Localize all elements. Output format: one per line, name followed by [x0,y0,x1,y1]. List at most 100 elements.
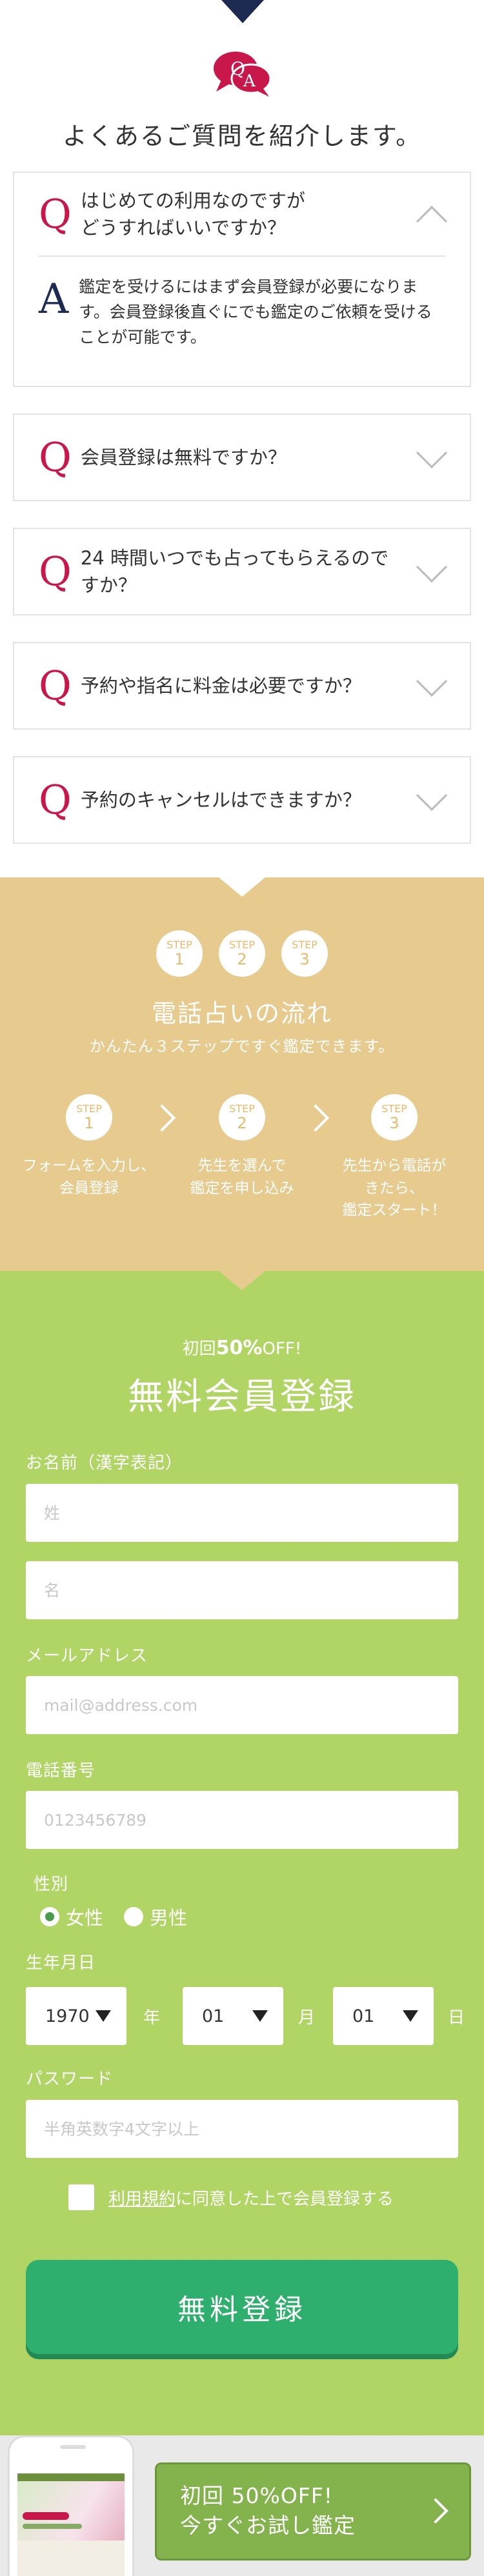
faq-heading: よくあるご質問を紹介します。 [62,122,422,150]
password-input[interactable] [26,2100,458,2158]
steps-notch-arrow [219,877,265,897]
faq-question-row[interactable]: Q 予約のキャンセルはできますか？ [14,757,470,843]
phone-screen-nav [17,2473,125,2481]
email-input[interactable] [26,1676,458,1734]
chevron-up-icon[interactable] [416,205,448,237]
email-label: メールアドレス [26,1646,148,1666]
day-unit: 日 [448,2008,465,2028]
birth-day-value: 01 [352,2006,375,2026]
gender-option-female[interactable]: 女性 [40,1903,103,1930]
faq-question-row[interactable]: Q 24 時間いつでも占ってもらえるのですか？ [14,529,470,614]
phone-screen [17,2457,125,2576]
chevron-right-icon [301,1104,330,1132]
step-badge-label: STEP [292,939,318,951]
svg-text:A: A [243,72,256,91]
phone-screen-hero [17,2481,125,2541]
password-label: パスワード [26,2070,114,2089]
a-mark: A [39,275,69,323]
dropdown-arrow-icon [252,2010,268,2022]
faq-answer-row: A 鑑定を受けるにはまず会員登録が必要になります。会員登録後直ぐにでも鑑定のご依… [39,255,445,373]
phone-speaker [60,2445,86,2449]
promo-prefix: 初回 [182,1339,216,1359]
step-circle: STEP 1 [66,1094,112,1141]
faq-item[interactable]: Q 予約のキャンセルはできますか？ [13,756,471,844]
dropdown-arrow-icon [96,2010,111,2022]
faq-question: 予約のキャンセルはできますか？ [80,788,361,811]
register-section: 初回50%OFF! 無料会員登録 お名前（漢字表記） メールアドレス 電話番号 … [0,1271,484,2435]
faq-answer: 鑑定を受けるにはまず会員登録が必要になります。会員登録後直ぐにでも鑑定のご依頼を… [79,277,432,346]
birth-year-select[interactable]: 1970 [26,1987,126,2045]
phone-screen-header [17,2457,125,2473]
step-badge-number: 1 [174,950,185,968]
chevron-down-icon[interactable] [416,551,448,583]
step-badge-label: STEP [166,939,192,951]
step-badge-label: STEP [229,939,255,951]
step-badge-number: 3 [299,950,310,968]
faq-question-row[interactable]: Q 会員登録は無料ですか？ [14,415,470,500]
phone-screen-pill [23,2512,69,2520]
promo-suffix: OFF! [262,1339,302,1359]
chevron-down-icon[interactable] [416,437,448,469]
month-unit: 月 [298,2008,316,2028]
birth-month-value: 01 [202,2006,225,2026]
birth-day-select[interactable]: 01 [333,1987,434,2045]
dropdown-arrow-icon [403,2010,418,2022]
phone-label: 電話番号 [26,1761,96,1781]
radio-unchecked-icon[interactable] [124,1907,144,1926]
step-number: 3 [389,1113,399,1132]
faq-question: 会員登録は無料ですか？ [80,446,287,468]
faq-question: 予約や指名に料金は必要ですか？ [80,674,361,697]
faq-item[interactable]: Q 予約や指名に料金は必要ですか？ [13,642,471,730]
cta-line-2: 今すぐお試し鑑定 [180,2513,356,2539]
faq-item[interactable]: Q はじめての利用なのですが どうすればいいですか？ A 鑑定を受けるにはまず会… [13,172,471,387]
steps-title: 電話占いの流れ [151,999,332,1028]
radio-checked-icon[interactable] [40,1907,59,1926]
trial-cta-button[interactable]: 初回 50%OFF! 今すぐお試し鑑定 [155,2462,471,2561]
terms-checkbox[interactable] [68,2184,94,2210]
register-title: 無料会員登録 [128,1376,356,1418]
step-badge: STEP 3 [281,930,328,977]
terms-agreement: 利用規約 に同意した上で会員登録する [68,2184,394,2210]
step-badge-number: 2 [237,950,247,968]
step-label: STEP [229,1103,255,1115]
steps-section: STEP 1 STEP 2 STEP 3 電話占いの流れ かんたん３ステップです… [0,877,484,1271]
gender-option-male[interactable]: 男性 [124,1903,187,1930]
promo-value: 50% [216,1337,263,1359]
step-description: フォームを入力し、 会員登録 [22,1157,156,1197]
step-number: 2 [237,1113,247,1132]
top-notch-arrow [221,0,264,23]
faq-question: はじめての利用なのですが どうすればいいですか？ [80,189,305,239]
step-badge: STEP 2 [219,930,265,977]
last-name-input[interactable] [26,1484,458,1542]
faq-question-row[interactable]: Q はじめての利用なのですが どうすればいいですか？ [14,173,470,255]
terms-text: に同意した上で会員登録する [176,2189,394,2209]
terms-link[interactable]: 利用規約 [108,2186,176,2210]
register-promo: 初回50%OFF! [0,1335,484,1359]
q-mark: Q [39,190,72,237]
birth-month-select[interactable]: 01 [183,1987,283,2045]
step-description: 先生を選んで 鑑定を申し込み [190,1157,294,1197]
faq-question-row[interactable]: Q 予約や指名に料金は必要ですか？ [14,643,470,728]
birth-year-value: 1970 [45,2006,90,2026]
q-mark: Q [39,776,72,823]
phone-mockup-image [8,2435,134,2576]
faq-question: 24 時間いつでも占ってもらえるのですか？ [80,546,389,596]
steps-subtitle: かんたん３ステップですぐ鑑定できます。 [89,1037,395,1055]
name-label: お名前（漢字表記） [26,1453,183,1473]
step-circle: STEP 2 [219,1094,265,1141]
gender-label: 性別 [34,1875,69,1894]
chevron-down-icon[interactable] [416,665,448,697]
birthday-label: 生年月日 [26,1953,96,1973]
chevron-down-icon[interactable] [416,779,448,812]
chevron-right-icon [148,1104,176,1132]
first-name-input[interactable] [26,1561,458,1619]
submit-button[interactable]: 無料登録 [26,2260,458,2354]
step-label: STEP [381,1103,407,1115]
q-mark: Q [39,662,72,709]
phone-input[interactable] [26,1791,458,1849]
gender-option-label: 男性 [150,1907,188,1929]
step-label: STEP [76,1103,102,1115]
faq-item[interactable]: Q 会員登録は無料ですか？ [13,414,471,501]
faq-item[interactable]: Q 24 時間いつでも占ってもらえるのですか？ [13,528,471,615]
q-mark: Q [39,434,72,481]
